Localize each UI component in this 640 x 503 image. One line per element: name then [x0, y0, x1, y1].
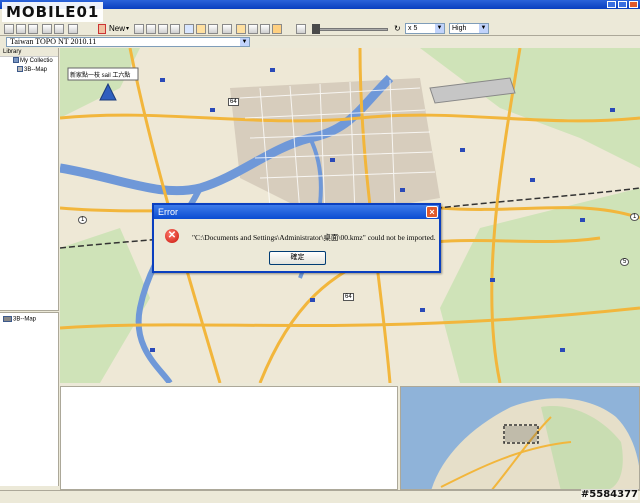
overview-map[interactable] — [400, 386, 640, 490]
secondary-list-item[interactable]: 3B--Map — [3, 316, 36, 323]
select-tool-icon[interactable] — [184, 24, 194, 34]
site-logo: MOBILE01 — [2, 2, 104, 22]
toolbar-row: New ▾ ↻ x 5 ▼ High ▼ — [0, 23, 640, 35]
details-pane — [60, 386, 398, 490]
close-button[interactable] — [629, 1, 638, 8]
delete-icon[interactable] — [68, 24, 78, 34]
maximize-button[interactable] — [618, 1, 627, 8]
map-tool-icon[interactable] — [196, 24, 206, 34]
tree-item-map[interactable]: 3B--Map — [0, 66, 58, 75]
road-badge: 64 — [228, 98, 239, 106]
detail-select[interactable]: High ▼ — [449, 23, 489, 34]
measure-icon[interactable] — [170, 24, 180, 34]
error-dialog: Error × ✕ "C:\Documents and Settings\Adm… — [152, 203, 441, 273]
zoom-select[interactable]: x 5 ▼ — [405, 23, 445, 34]
error-icon: ✕ — [165, 229, 179, 243]
dialog-title: Error — [154, 205, 439, 219]
minimize-button[interactable] — [607, 1, 616, 8]
map-product-value: Taiwan TOPO NT 2010.11 — [10, 37, 97, 46]
print-icon[interactable] — [28, 24, 38, 34]
ok-button[interactable]: 確定 — [269, 251, 326, 265]
application-window: MOBILE01 New ▾ ↻ x 5 ▼ High ▼ Taiwan TOP… — [0, 0, 640, 503]
rotate-icon[interactable]: ↻ — [394, 24, 401, 34]
new-dropdown-icon[interactable]: ▾ — [126, 24, 129, 34]
road-badge: 64 — [343, 293, 354, 301]
map-label: 新家點一枝 sail 工六點 — [70, 73, 131, 79]
undo-icon[interactable] — [42, 24, 52, 34]
chevron-down-icon: ▼ — [479, 24, 488, 33]
library-header: Library — [0, 48, 58, 57]
chevron-down-icon: ▼ — [435, 24, 444, 33]
eraser-icon[interactable] — [272, 24, 282, 34]
zoom-value: x 5 — [408, 25, 418, 32]
status-bar — [0, 490, 640, 503]
pane-splitter[interactable] — [0, 310, 59, 313]
track-icon[interactable] — [158, 24, 168, 34]
chevron-down-icon: ▼ — [240, 38, 249, 46]
hand-icon[interactable] — [236, 24, 246, 34]
watermark: #5584377 — [580, 489, 638, 500]
new-icon[interactable] — [98, 24, 106, 34]
new-button[interactable]: New — [109, 24, 125, 34]
map-product-bar: Taiwan TOPO NT 2010.11 ▼ — [0, 37, 640, 47]
tree-item-label: 3B--Map — [24, 67, 48, 73]
grid-icon[interactable] — [222, 24, 232, 34]
playback-slider[interactable] — [312, 28, 388, 31]
route-icon[interactable] — [146, 24, 156, 34]
tree-item-label: My Collectio — [20, 58, 53, 64]
secondary-item-label: 3B--Map — [13, 316, 37, 323]
save-icon[interactable] — [16, 24, 26, 34]
waypoint-icon[interactable] — [134, 24, 144, 34]
device-icon — [3, 316, 12, 322]
pencil-icon[interactable] — [208, 24, 218, 34]
overview-canvas — [401, 387, 639, 489]
play-icon[interactable] — [296, 24, 306, 34]
tree-item-collection[interactable]: My Collectio — [0, 57, 58, 66]
detail-value: High — [452, 25, 467, 32]
map-file-icon — [17, 66, 23, 73]
dialog-close-icon[interactable]: × — [426, 206, 438, 218]
map-product-select[interactable]: Taiwan TOPO NT 2010.11 ▼ — [6, 37, 250, 47]
redo-icon[interactable] — [54, 24, 64, 34]
zoom-icon[interactable] — [248, 24, 258, 34]
library-panel: Library My Collectio 3B--Map 3B--Map — [0, 48, 59, 486]
error-message: "C:\Documents and Settings\Administrator… — [192, 233, 436, 242]
slider-thumb[interactable] — [312, 24, 320, 34]
open-icon[interactable] — [4, 24, 14, 34]
locate-icon[interactable] — [260, 24, 270, 34]
folder-icon — [13, 57, 19, 64]
